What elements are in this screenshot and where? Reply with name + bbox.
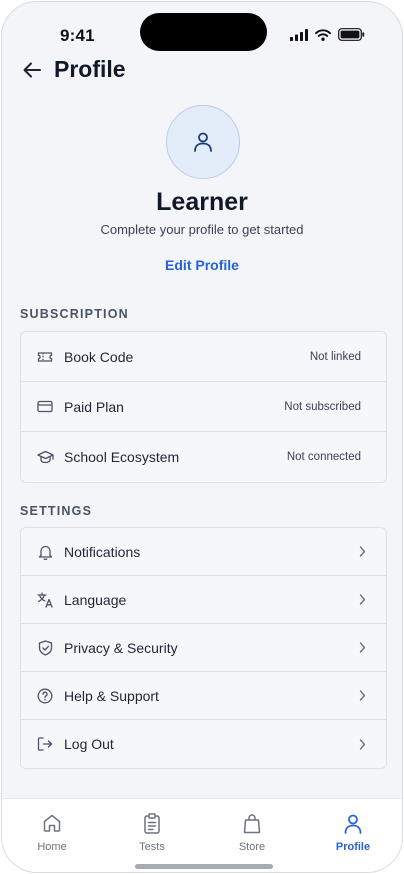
tab-label: Home	[37, 841, 67, 853]
chevron-right-icon	[356, 738, 368, 750]
subscription-item-label: School Ecosystem	[64, 449, 180, 465]
subscription-item-label: Book Code	[64, 348, 134, 365]
settings-item-label: Privacy & Security	[64, 639, 178, 656]
status-bar: 9:41	[2, 2, 402, 52]
chevron-right-icon	[356, 546, 368, 558]
page-header: Profile	[2, 56, 402, 86]
settings-item-notifications[interactable]: Notifications	[21, 528, 386, 576]
wifi-icon	[315, 28, 331, 46]
settings-item-language[interactable]: Language	[21, 576, 386, 624]
user-icon	[313, 811, 393, 835]
settings-item-help-support[interactable]: Help & Support	[21, 672, 386, 720]
chevron-right-icon	[356, 594, 368, 606]
tab-home[interactable]: Home	[12, 811, 92, 853]
page-title: Profile	[54, 56, 126, 82]
settings-item-label: Log Out	[64, 736, 114, 752]
status-time: 9:41	[60, 26, 95, 45]
chevron-right-icon	[356, 690, 368, 702]
shopping-bag-icon	[212, 811, 292, 835]
subscription-item-status: Not connected	[286, 451, 361, 463]
edit-profile-link[interactable]: Edit Profile	[2, 257, 402, 273]
ticket-icon	[36, 348, 54, 366]
tab-bar: Home Tests Store Profile	[2, 798, 402, 872]
subscription-heading: SUBSCRIPTION	[20, 307, 129, 321]
avatar[interactable]	[166, 105, 240, 179]
bell-icon	[36, 543, 54, 561]
subscription-item-label: Paid Plan	[64, 398, 124, 415]
back-button[interactable]	[20, 58, 44, 82]
settings-item-label: Notifications	[64, 543, 141, 560]
subscription-item-book-code[interactable]: Book Code Not linked	[21, 332, 386, 382]
credit-card-icon	[36, 398, 54, 416]
tab-tests[interactable]: Tests	[112, 811, 192, 853]
battery-icon	[338, 28, 365, 46]
logout-icon	[36, 735, 54, 753]
clipboard-icon	[112, 811, 192, 835]
home-indicator[interactable]	[135, 864, 273, 869]
subscription-item-paid-plan[interactable]: Paid Plan Not subscribed	[21, 382, 386, 432]
signal-icon	[290, 28, 308, 46]
subscription-item-status: Not subscribed	[284, 400, 361, 413]
settings-heading: SETTINGS	[20, 504, 93, 518]
subscription-card: Book Code Not linked Paid Plan Not subsc…	[20, 331, 387, 483]
chevron-right-icon	[356, 642, 368, 654]
help-circle-icon	[36, 687, 54, 705]
user-icon	[194, 132, 212, 152]
arrow-left-icon	[23, 62, 41, 78]
tab-label: Profile	[335, 841, 371, 853]
tab-profile[interactable]: Profile	[313, 811, 393, 853]
profile-name: Learner	[156, 188, 248, 216]
phone-frame: 9:41 Profile Learner Complete your profi…	[1, 1, 403, 873]
subscription-item-status: Not linked	[309, 350, 361, 363]
subscription-item-school-ecosystem[interactable]: School Ecosystem Not connected	[21, 432, 386, 482]
tab-store[interactable]: Store	[212, 811, 292, 853]
dynamic-island	[140, 13, 267, 51]
home-icon	[12, 811, 92, 835]
tab-label: Tests	[139, 841, 165, 853]
profile-subtitle: Complete your profile to get started	[100, 222, 304, 237]
graduation-cap-icon	[36, 448, 54, 466]
status-icons	[290, 28, 365, 46]
tab-label: Store	[238, 841, 266, 853]
settings-item-privacy-security[interactable]: Privacy & Security	[21, 624, 386, 672]
settings-item-label: Help & Support	[64, 687, 159, 704]
translate-icon	[36, 591, 54, 609]
shield-icon	[36, 639, 54, 657]
settings-item-label: Language	[64, 591, 127, 608]
settings-item-log-out[interactable]: Log Out	[21, 720, 386, 768]
settings-card: Notifications Language Privacy & Securit…	[20, 527, 387, 769]
